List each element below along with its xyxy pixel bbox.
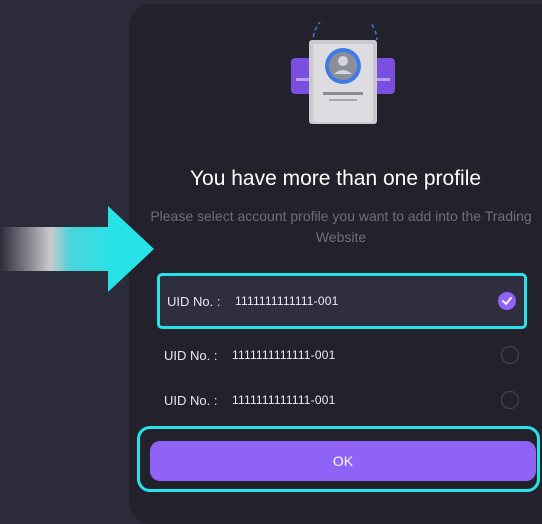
uid-value: 1111111111111-001 xyxy=(235,294,339,308)
check-icon xyxy=(502,297,512,305)
uid-value: 1111111111111-001 xyxy=(232,393,336,407)
profile-cards-icon xyxy=(291,22,395,124)
radio-unchecked-icon[interactable] xyxy=(501,391,519,409)
uid-label: UID No. : xyxy=(164,347,218,363)
radio-unchecked-icon[interactable] xyxy=(501,346,519,364)
uid-label: UID No. : xyxy=(164,392,218,408)
profile-option-3[interactable]: UID No. : 1111111111111-001 xyxy=(157,375,527,425)
dialog-subtitle: Please select account profile you want t… xyxy=(150,208,532,245)
profile-option-2[interactable]: UID No. : 1111111111111-001 xyxy=(157,330,527,380)
dialog-title: You have more than one profile xyxy=(189,167,482,190)
ok-button[interactable]: OK xyxy=(150,441,536,481)
radio-checked-icon[interactable] xyxy=(498,292,516,310)
profile-option-1[interactable]: UID No. : 1111111111111-001 xyxy=(157,273,527,329)
arrow-right-icon xyxy=(0,206,154,292)
uid-label: UID No. : xyxy=(167,293,221,309)
uid-value: 1111111111111-001 xyxy=(232,348,336,362)
